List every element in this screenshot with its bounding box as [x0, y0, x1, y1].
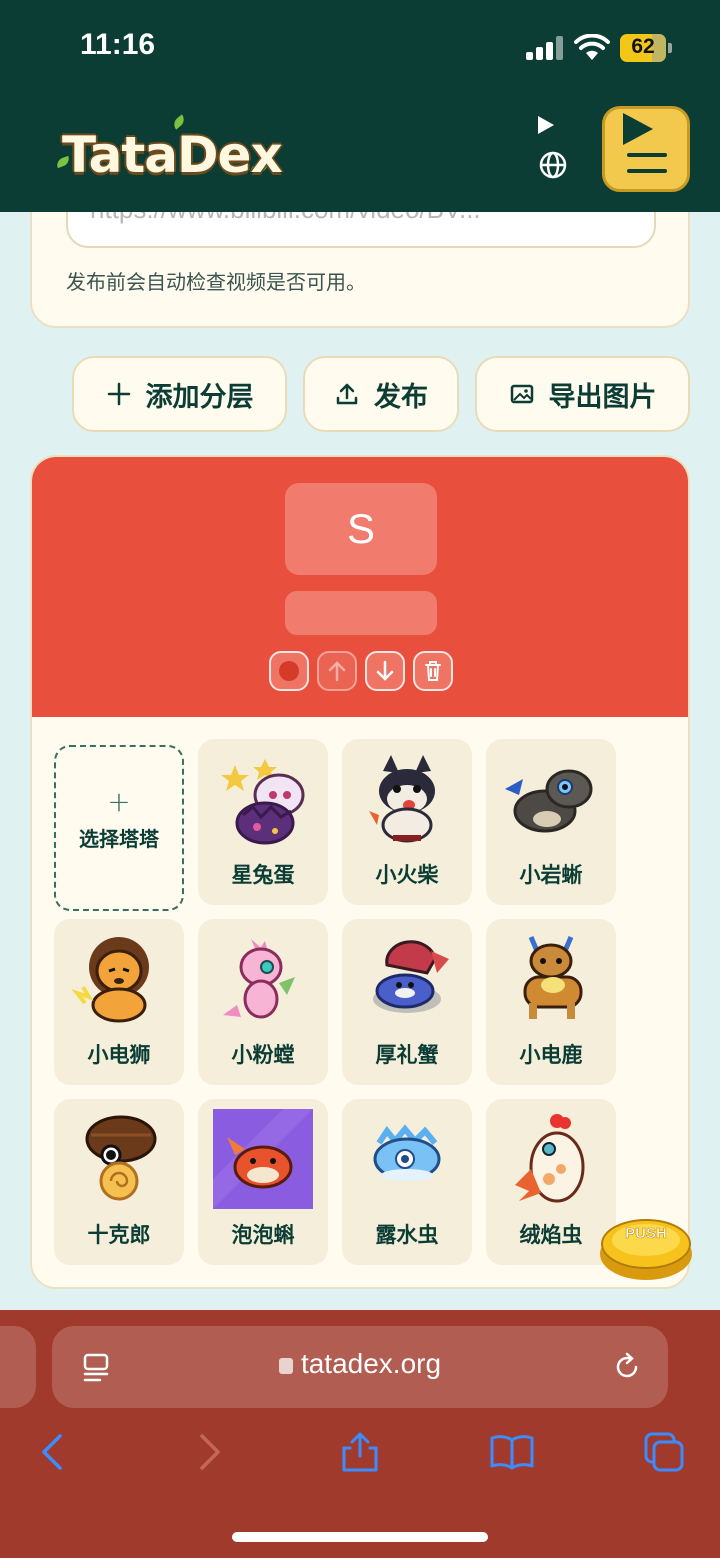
choose-pet-label: 选择塔塔 — [79, 827, 159, 851]
home-indicator — [232, 1532, 488, 1542]
pet-name: 泡泡蝌 — [231, 1223, 295, 1247]
tabs-icon[interactable] — [642, 1430, 686, 1474]
push-button[interactable]: PUSH — [598, 1210, 694, 1282]
logo-text: TataDex — [62, 126, 283, 184]
image-icon — [510, 384, 533, 404]
pet-card[interactable]: 小电狮 — [54, 919, 184, 1085]
pet-name: 露水虫 — [375, 1223, 439, 1247]
crab-icon — [373, 940, 449, 1013]
pet-card[interactable]: 小粉螳 — [198, 919, 328, 1085]
bubble-tadpole-icon — [213, 1109, 313, 1209]
plus-icon: + — [107, 785, 131, 818]
trash-icon — [425, 661, 441, 681]
app-header: 11:16 62 TataDex — [0, 0, 720, 212]
move-down-button[interactable] — [365, 651, 405, 691]
wifi-icon — [574, 34, 610, 60]
pet-card[interactable]: 小火柴 — [342, 739, 472, 905]
tier-label[interactable]: S — [285, 483, 437, 575]
add-tier-button[interactable]: 添加分层 — [72, 356, 287, 432]
snail-icon — [85, 1115, 157, 1201]
publish-hint: 发布前会自动检查视频是否可用。 — [66, 270, 366, 294]
pet-card[interactable]: 泡泡蝌 — [198, 1099, 328, 1265]
battery-icon: 62 — [620, 34, 672, 62]
arrow-up-icon — [328, 661, 346, 682]
tier-header: S — [32, 457, 688, 717]
pet-name: 十克郎 — [87, 1223, 151, 1247]
pet-name: 绒焰虫 — [519, 1223, 583, 1247]
address-bar[interactable]: tatadex.org — [52, 1326, 668, 1408]
browser-toolbar: tatadex.org — [0, 1310, 720, 1558]
publish-label: 发布 — [374, 381, 428, 413]
play-icon — [623, 113, 653, 145]
tier-color-button[interactable] — [269, 651, 309, 691]
tier-card-s: S + 选择塔塔 星兔蛋 小火柴 小岩蜥 小电狮 小粉螳 厚礼蟹 小电鹿 十克郎… — [30, 455, 690, 1289]
upload-icon — [336, 383, 358, 405]
rock-lizard-icon — [505, 769, 593, 833]
reload-icon[interactable] — [612, 1352, 642, 1382]
arrow-down-icon — [376, 660, 394, 681]
pet-card[interactable]: 绒焰虫 — [486, 1099, 616, 1265]
url-text: tatadex.org — [300, 1348, 442, 1379]
back-icon[interactable] — [32, 1430, 76, 1474]
bookmarks-icon[interactable] — [490, 1430, 534, 1474]
share-icon[interactable] — [338, 1430, 382, 1474]
play-icon[interactable] — [538, 116, 554, 134]
add-tier-label: 添加分层 — [145, 381, 254, 413]
electric-lion-icon — [71, 937, 149, 1023]
forward-icon[interactable] — [186, 1430, 230, 1474]
delete-tier-button[interactable] — [413, 651, 453, 691]
battery-level: 62 — [631, 35, 655, 58]
status-time: 11:16 — [80, 28, 156, 61]
pet-name: 小岩蜥 — [519, 863, 583, 887]
color-dot-icon — [279, 661, 299, 681]
move-up-button[interactable] — [317, 651, 357, 691]
publish-button[interactable]: 发布 — [303, 356, 459, 432]
tier-name-input[interactable] — [285, 591, 437, 635]
pet-card[interactable]: 小岩蜥 — [486, 739, 616, 905]
electric-deer-icon — [523, 936, 583, 1019]
dew-bug-icon — [373, 1124, 441, 1181]
pet-name: 星兔蛋 — [231, 863, 295, 887]
pet-card[interactable]: 星兔蛋 — [198, 739, 328, 905]
previous-tab-preview[interactable] — [0, 1326, 36, 1408]
pet-card[interactable]: 小电鹿 — [486, 919, 616, 1085]
pet-card[interactable]: 露水虫 — [342, 1099, 472, 1265]
pet-name: 小火柴 — [375, 863, 439, 887]
tatadex-logo[interactable]: TataDex — [55, 114, 283, 192]
pet-card[interactable]: 厚礼蟹 — [342, 919, 472, 1085]
pet-name: 小电鹿 — [519, 1043, 583, 1067]
pet-card[interactable]: 十克郎 — [54, 1099, 184, 1265]
plus-icon — [107, 382, 130, 406]
export-image-label: 导出图片 — [548, 381, 657, 413]
menu-button[interactable] — [602, 106, 690, 192]
pink-mantis-icon — [223, 939, 295, 1019]
star-bunny-egg-icon — [221, 759, 305, 845]
pet-name: 小电狮 — [87, 1043, 151, 1067]
push-label: PUSH — [625, 1225, 667, 1242]
pet-name: 小粉螳 — [231, 1043, 295, 1067]
export-image-button[interactable]: 导出图片 — [475, 356, 690, 432]
fire-shiba-icon — [369, 755, 435, 843]
fluff-flame-bug-icon — [515, 1114, 585, 1203]
choose-pet-slot[interactable]: + 选择塔塔 — [54, 745, 184, 911]
cellular-signal-icon — [526, 36, 564, 60]
globe-icon[interactable] — [538, 150, 568, 180]
lock-icon — [278, 1358, 293, 1374]
pet-name: 厚礼蟹 — [375, 1043, 439, 1067]
